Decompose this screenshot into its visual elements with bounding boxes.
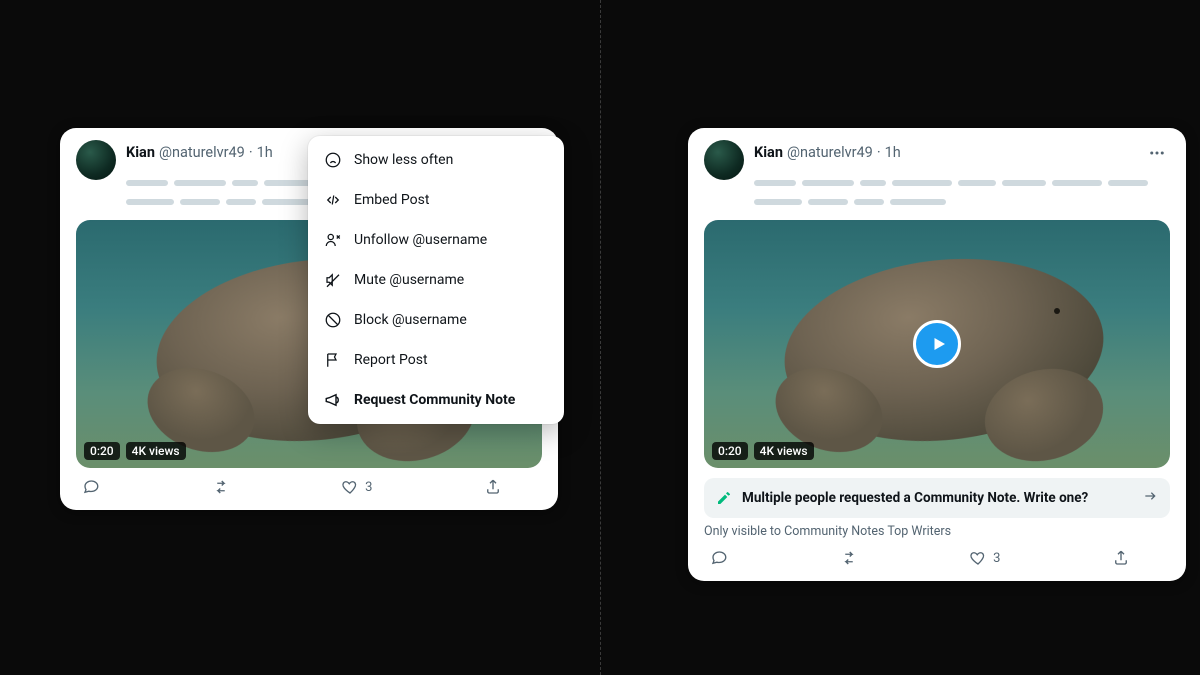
menu-label: Block @username bbox=[354, 312, 467, 328]
vertical-divider bbox=[600, 0, 601, 675]
menu-label: Unfollow @username bbox=[354, 232, 487, 248]
separator-dot: · bbox=[877, 143, 881, 163]
menu-label: Report Post bbox=[354, 352, 428, 368]
action-bar: 3 bbox=[704, 539, 1170, 573]
menu-embed[interactable]: Embed Post bbox=[308, 180, 564, 220]
timestamp[interactable]: 1h bbox=[885, 143, 901, 163]
menu-mute[interactable]: Mute @username bbox=[308, 260, 564, 300]
video-badges: 0:20 4K views bbox=[84, 442, 186, 460]
more-menu: Show less often Embed Post Unfollow @use… bbox=[308, 136, 564, 424]
menu-block[interactable]: Block @username bbox=[308, 300, 564, 340]
write-note-icon bbox=[716, 490, 732, 506]
like-count: 3 bbox=[993, 551, 1000, 566]
display-name[interactable]: Kian bbox=[754, 143, 783, 163]
tweet-card-right: Kian @naturelvr49 · 1h 0:20 4K views bbox=[688, 128, 1186, 581]
menu-unfollow[interactable]: Unfollow @username bbox=[308, 220, 564, 260]
video-badges: 0:20 4K views bbox=[712, 442, 814, 460]
retweet-icon bbox=[212, 478, 230, 496]
retweet-button[interactable] bbox=[212, 478, 230, 496]
video-media[interactable]: 0:20 4K views bbox=[704, 220, 1170, 468]
retweet-icon bbox=[840, 549, 858, 567]
action-bar: 3 bbox=[76, 468, 542, 502]
reply-icon bbox=[82, 478, 100, 496]
play-button[interactable] bbox=[913, 320, 961, 368]
megaphone-icon bbox=[324, 391, 342, 409]
more-button[interactable] bbox=[1144, 140, 1170, 166]
mute-icon bbox=[324, 271, 342, 289]
video-views-badge: 4K views bbox=[754, 442, 814, 460]
video-duration-badge: 0:20 bbox=[712, 442, 748, 460]
separator-dot: · bbox=[249, 143, 253, 163]
reply-button[interactable] bbox=[710, 549, 728, 567]
reply-button[interactable] bbox=[82, 478, 100, 496]
video-duration-badge: 0:20 bbox=[84, 442, 120, 460]
share-icon bbox=[1112, 549, 1130, 567]
handle[interactable]: @naturelvr49 bbox=[787, 143, 873, 163]
more-icon bbox=[1148, 144, 1166, 162]
heart-icon bbox=[341, 478, 359, 496]
menu-label: Mute @username bbox=[354, 272, 464, 288]
menu-label: Show less often bbox=[354, 152, 453, 168]
tweet-text-placeholder bbox=[754, 172, 1170, 210]
menu-show-less[interactable]: Show less often bbox=[308, 140, 564, 180]
community-note-prompt[interactable]: Multiple people requested a Community No… bbox=[704, 478, 1170, 518]
community-note-prompt-text: Multiple people requested a Community No… bbox=[742, 490, 1088, 506]
community-note-subtext: Only visible to Community Notes Top Writ… bbox=[704, 524, 1170, 539]
name-line: Kian @naturelvr49 · 1h bbox=[754, 140, 1170, 166]
frown-icon bbox=[324, 151, 342, 169]
avatar[interactable] bbox=[704, 140, 744, 180]
retweet-button[interactable] bbox=[840, 549, 858, 567]
share-button[interactable] bbox=[484, 478, 502, 496]
like-button[interactable]: 3 bbox=[341, 478, 372, 496]
share-icon bbox=[484, 478, 502, 496]
like-button[interactable]: 3 bbox=[969, 549, 1000, 567]
tweet-card-left: Kian @naturelvr49 · 1h 0:20 4K views bbox=[60, 128, 558, 510]
handle[interactable]: @naturelvr49 bbox=[159, 143, 245, 163]
avatar[interactable] bbox=[76, 140, 116, 180]
display-name[interactable]: Kian bbox=[126, 143, 155, 163]
menu-label: Embed Post bbox=[354, 192, 429, 208]
heart-icon bbox=[969, 549, 987, 567]
reply-icon bbox=[710, 549, 728, 567]
menu-request-note[interactable]: Request Community Note bbox=[308, 380, 564, 420]
block-icon bbox=[324, 311, 342, 329]
menu-report[interactable]: Report Post bbox=[308, 340, 564, 380]
timestamp[interactable]: 1h bbox=[257, 143, 273, 163]
play-icon bbox=[930, 335, 948, 353]
tweet-header: Kian @naturelvr49 · 1h bbox=[704, 140, 1170, 210]
arrow-right-icon bbox=[1142, 488, 1158, 508]
menu-label: Request Community Note bbox=[354, 392, 515, 408]
like-count: 3 bbox=[365, 480, 372, 495]
share-button[interactable] bbox=[1112, 549, 1130, 567]
flag-icon bbox=[324, 351, 342, 369]
video-views-badge: 4K views bbox=[126, 442, 186, 460]
unfollow-icon bbox=[324, 231, 342, 249]
code-icon bbox=[324, 191, 342, 209]
